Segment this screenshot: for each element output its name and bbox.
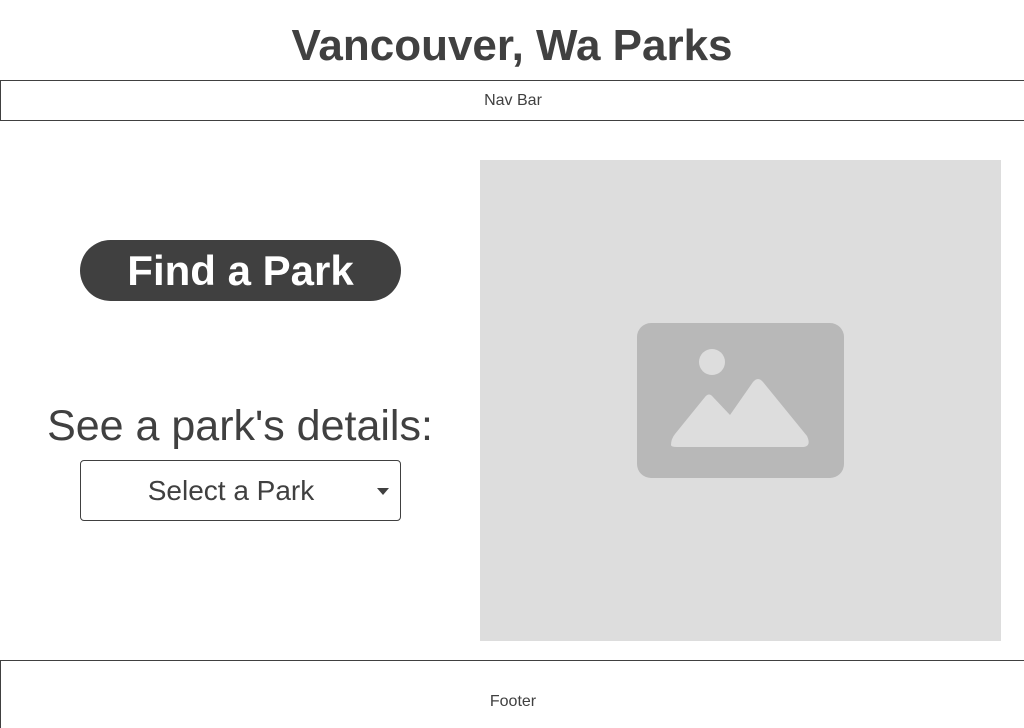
nav-bar-label: Nav Bar [484, 91, 542, 109]
park-image-placeholder [480, 160, 1001, 641]
image-icon [637, 323, 844, 478]
footer-label: Footer [489, 693, 537, 710]
park-details-label: See a park's details: [47, 402, 433, 450]
page: Vancouver, Wa Parks Nav Bar Find a Park … [0, 0, 1024, 728]
footer: Footer [0, 660, 1024, 728]
park-select-value: Select a Park [147, 475, 315, 506]
park-select-dropdown[interactable]: Select a Park [80, 460, 401, 521]
find-a-park-button[interactable]: Find a Park [80, 240, 401, 301]
chevron-down-icon [377, 488, 389, 495]
nav-bar[interactable]: Nav Bar [0, 80, 1024, 121]
page-title: Vancouver, Wa Parks [291, 21, 733, 70]
